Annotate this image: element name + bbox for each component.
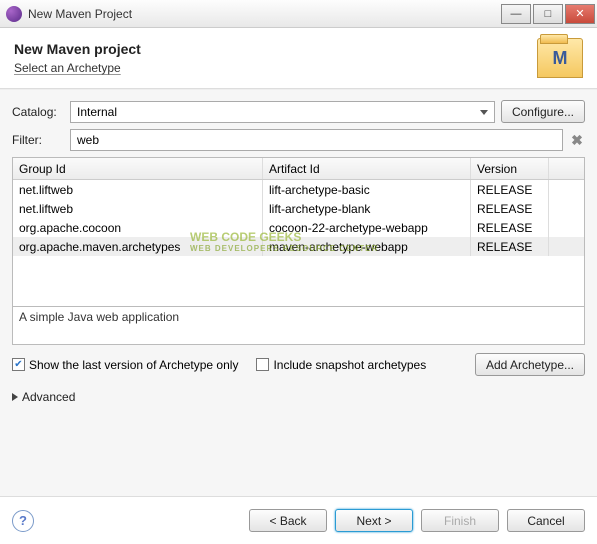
include-snapshot-label: Include snapshot archetypes bbox=[273, 358, 426, 372]
cell-group-id: org.apache.maven.archetypes bbox=[13, 237, 263, 256]
cell-group-id: net.liftweb bbox=[13, 199, 263, 218]
cell-group-id: org.apache.cocoon bbox=[13, 218, 263, 237]
page-title: New Maven project bbox=[14, 41, 141, 57]
show-last-version-checkbox[interactable]: Show the last version of Archetype only bbox=[12, 358, 238, 372]
advanced-label: Advanced bbox=[22, 390, 75, 404]
table-row[interactable]: net.liftweblift-archetype-blankRELEASE bbox=[13, 199, 584, 218]
archetype-description: A simple Java web application bbox=[12, 307, 585, 345]
table-row[interactable]: org.apache.cocooncocoon-22-archetype-web… bbox=[13, 218, 584, 237]
add-archetype-button[interactable]: Add Archetype... bbox=[475, 353, 585, 376]
table-row[interactable]: org.apache.maven.archetypesmaven-archety… bbox=[13, 237, 584, 256]
help-icon[interactable]: ? bbox=[12, 510, 34, 532]
col-artifact-id[interactable]: Artifact Id bbox=[263, 158, 471, 179]
show-last-label: Show the last version of Archetype only bbox=[29, 358, 238, 372]
minimize-button[interactable]: — bbox=[501, 4, 531, 24]
configure-button[interactable]: Configure... bbox=[501, 100, 585, 123]
archetype-table[interactable]: Group Id Artifact Id Version net.liftweb… bbox=[12, 157, 585, 307]
table-header: Group Id Artifact Id Version bbox=[13, 158, 584, 180]
window-title: New Maven Project bbox=[28, 7, 501, 21]
maven-icon: M bbox=[537, 38, 583, 78]
checkbox-icon bbox=[12, 358, 25, 371]
content-area: Catalog: Internal Configure... Filter: ✖… bbox=[0, 89, 597, 496]
cell-artifact-id: cocoon-22-archetype-webapp bbox=[263, 218, 471, 237]
maximize-button[interactable]: □ bbox=[533, 4, 563, 24]
clear-filter-icon[interactable]: ✖ bbox=[569, 132, 585, 148]
cell-artifact-id: maven-archetype-webapp bbox=[263, 237, 471, 256]
catalog-value: Internal bbox=[77, 105, 117, 119]
table-body: net.liftweblift-archetype-basicRELEASEne… bbox=[13, 180, 584, 307]
finish-button: Finish bbox=[421, 509, 499, 532]
cell-group-id: net.liftweb bbox=[13, 180, 263, 199]
back-button[interactable]: < Back bbox=[249, 509, 327, 532]
filter-label: Filter: bbox=[12, 133, 64, 147]
checkbox-icon bbox=[256, 358, 269, 371]
cell-version: RELEASE bbox=[471, 237, 549, 256]
catalog-combo[interactable]: Internal bbox=[70, 101, 495, 123]
catalog-label: Catalog: bbox=[12, 105, 64, 119]
advanced-toggle[interactable]: Advanced bbox=[12, 390, 585, 404]
chevron-right-icon bbox=[12, 393, 18, 401]
wizard-header: New Maven project Select an Archetype M bbox=[0, 28, 597, 89]
eclipse-icon bbox=[6, 6, 22, 22]
cell-version: RELEASE bbox=[471, 199, 549, 218]
close-button[interactable]: ✕ bbox=[565, 4, 595, 24]
cancel-button[interactable]: Cancel bbox=[507, 509, 585, 532]
cell-artifact-id: lift-archetype-blank bbox=[263, 199, 471, 218]
page-subtitle: Select an Archetype bbox=[14, 61, 141, 75]
include-snapshot-checkbox[interactable]: Include snapshot archetypes bbox=[256, 358, 426, 372]
wizard-footer: ? < Back Next > Finish Cancel bbox=[0, 496, 597, 544]
col-version[interactable]: Version bbox=[471, 158, 549, 179]
window-titlebar[interactable]: New Maven Project — □ ✕ bbox=[0, 0, 597, 28]
col-group-id[interactable]: Group Id bbox=[13, 158, 263, 179]
table-row[interactable]: net.liftweblift-archetype-basicRELEASE bbox=[13, 180, 584, 199]
cell-version: RELEASE bbox=[471, 218, 549, 237]
cell-artifact-id: lift-archetype-basic bbox=[263, 180, 471, 199]
filter-input[interactable] bbox=[70, 129, 563, 151]
next-button[interactable]: Next > bbox=[335, 509, 413, 532]
cell-version: RELEASE bbox=[471, 180, 549, 199]
